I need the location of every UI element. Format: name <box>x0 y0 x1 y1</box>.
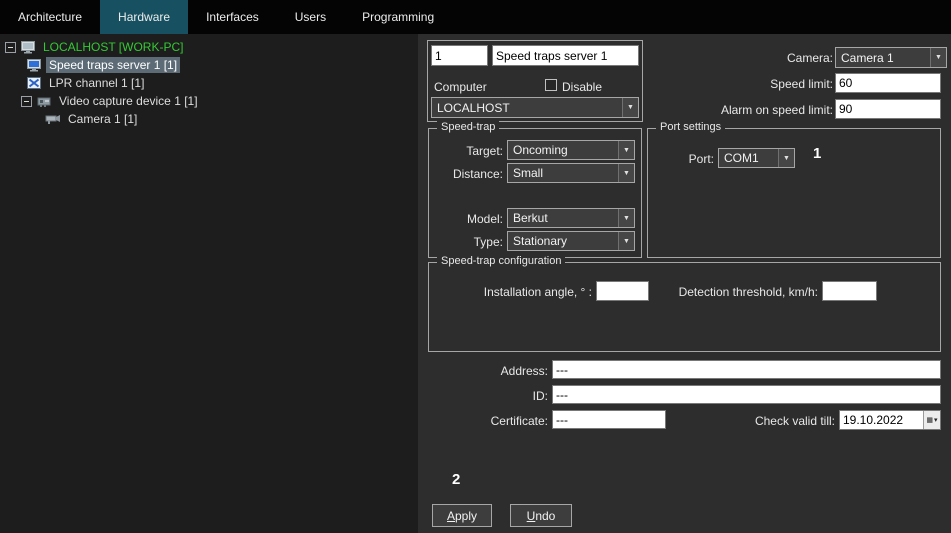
chevron-down-icon: ▾ <box>934 416 938 424</box>
tree-item-camera[interactable]: Camera 1 [1] <box>0 110 418 128</box>
object-number-input[interactable] <box>431 45 488 66</box>
lpr-channel-icon <box>27 77 42 90</box>
annotation-1: 1 <box>813 145 821 162</box>
tree-item-speed-traps-server[interactable]: Speed traps server 1 [1] <box>0 56 418 74</box>
capture-board-icon <box>37 95 52 108</box>
chevron-down-icon: ▼ <box>618 209 634 227</box>
port-settings-group-title: Port settings <box>656 121 725 133</box>
model-select-value: Berkut <box>508 211 618 225</box>
disable-label: Disable <box>562 80 602 94</box>
tab-architecture[interactable]: Architecture <box>0 0 100 34</box>
type-select-value: Stationary <box>508 234 618 248</box>
disable-checkbox[interactable] <box>545 79 557 91</box>
tab-interfaces[interactable]: Interfaces <box>188 0 277 34</box>
date-value: 19.10.2022 <box>840 413 923 427</box>
speed-trap-configuration-group: Speed-trap configuration Installation an… <box>428 262 941 352</box>
speed-trap-configuration-group-title: Speed-trap configuration <box>437 255 565 267</box>
apply-button[interactable]: Apply <box>432 504 492 527</box>
chevron-down-icon: ▼ <box>618 232 634 250</box>
collapse-icon[interactable] <box>21 96 32 107</box>
calendar-dropdown-button[interactable]: ▦▾ <box>923 411 940 429</box>
alarm-speed-limit-input[interactable] <box>835 99 941 119</box>
computer-icon <box>21 41 36 54</box>
calendar-icon: ▦ <box>926 416 933 424</box>
installation-angle-label: Installation angle, ° : <box>429 285 592 299</box>
collapse-icon[interactable] <box>5 42 16 53</box>
distance-select-value: Small <box>508 166 618 180</box>
object-name-input[interactable] <box>492 45 639 66</box>
port-settings-group: Port settings Port: COM1 ▼ 1 <box>647 128 941 258</box>
target-select[interactable]: Oncoming ▼ <box>507 140 635 160</box>
application-window: Architecture Hardware Interfaces Users P… <box>0 0 951 533</box>
address-label: Address: <box>438 364 548 378</box>
id-label: ID: <box>438 389 548 403</box>
speed-limit-label: Speed limit: <box>648 77 833 91</box>
tree-item-lpr-channel[interactable]: LPR channel 1 [1] <box>0 74 418 92</box>
detection-threshold-label: Detection threshold, km/h: <box>655 285 818 299</box>
certificate-input[interactable] <box>552 410 666 429</box>
computer-select[interactable]: LOCALHOST ▼ <box>431 97 639 118</box>
undo-button[interactable]: Undo <box>510 504 572 527</box>
tree-item-label: LOCALHOST [WORK-PC] <box>40 39 186 55</box>
server-monitor-icon <box>27 59 42 72</box>
tree-item-label: Camera 1 [1] <box>65 111 140 127</box>
camera-select-value: Camera 1 <box>836 51 930 65</box>
computer-select-value: LOCALHOST <box>432 101 622 115</box>
check-valid-date-field[interactable]: 19.10.2022 ▦▾ <box>839 410 941 430</box>
annotation-2: 2 <box>452 471 460 488</box>
model-label: Model: <box>429 212 503 226</box>
main-tab-bar: Architecture Hardware Interfaces Users P… <box>0 0 951 34</box>
detection-threshold-input[interactable] <box>822 281 877 301</box>
id-input[interactable] <box>552 385 941 404</box>
identity-group: Computer Disable LOCALHOST ▼ <box>427 40 643 122</box>
alarm-speed-limit-label: Alarm on speed limit: <box>648 103 833 117</box>
tree-item-video-capture-device[interactable]: Video capture device 1 [1] <box>0 92 418 110</box>
certificate-label: Certificate: <box>438 414 548 428</box>
installation-angle-input[interactable] <box>596 281 649 301</box>
port-label: Port: <box>648 152 714 166</box>
camera-label: Camera: <box>648 51 833 65</box>
tree-item-localhost[interactable]: LOCALHOST [WORK-PC] <box>0 38 418 56</box>
chevron-down-icon: ▼ <box>622 98 638 117</box>
settings-panel: Computer Disable LOCALHOST ▼ Camera: Cam… <box>418 34 951 533</box>
target-select-value: Oncoming <box>508 143 618 157</box>
distance-label: Distance: <box>429 167 503 181</box>
tab-hardware[interactable]: Hardware <box>100 0 188 34</box>
speed-trap-group-title: Speed-trap <box>437 121 499 133</box>
type-label: Type: <box>429 235 503 249</box>
camera-icon <box>45 113 61 125</box>
target-label: Target: <box>429 144 503 158</box>
chevron-down-icon: ▼ <box>778 149 794 167</box>
tab-users[interactable]: Users <box>277 0 344 34</box>
type-select[interactable]: Stationary ▼ <box>507 231 635 251</box>
port-select-value: COM1 <box>719 151 778 165</box>
model-select[interactable]: Berkut ▼ <box>507 208 635 228</box>
camera-select[interactable]: Camera 1 ▼ <box>835 47 947 68</box>
chevron-down-icon: ▼ <box>618 141 634 159</box>
computer-label: Computer <box>434 80 487 94</box>
tab-programming[interactable]: Programming <box>344 0 452 34</box>
check-valid-till-label: Check valid till: <box>668 414 835 428</box>
tree-item-label: LPR channel 1 [1] <box>46 75 147 91</box>
address-input[interactable] <box>552 360 941 379</box>
tree-item-label: Video capture device 1 [1] <box>56 93 201 109</box>
speed-limit-input[interactable] <box>835 73 941 93</box>
port-select[interactable]: COM1 ▼ <box>718 148 795 168</box>
speed-trap-group: Speed-trap Target: Oncoming ▼ Distance: … <box>428 128 642 258</box>
chevron-down-icon: ▼ <box>930 48 946 67</box>
hardware-tree: LOCALHOST [WORK-PC] Speed traps server 1… <box>0 34 418 533</box>
chevron-down-icon: ▼ <box>618 164 634 182</box>
distance-select[interactable]: Small ▼ <box>507 163 635 183</box>
tree-item-label: Speed traps server 1 [1] <box>46 57 180 73</box>
